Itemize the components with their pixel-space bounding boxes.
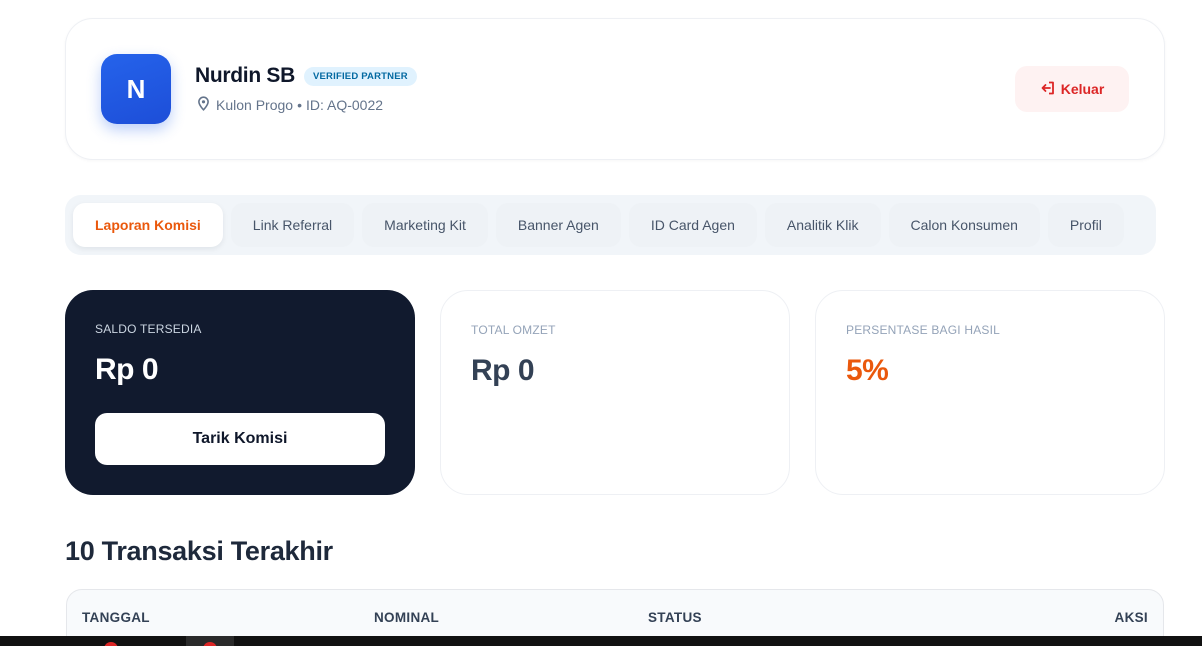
column-header-date: TANGGAL	[82, 610, 150, 625]
profile-agent-id: ID: AQ-0022	[305, 97, 384, 113]
logout-icon	[1040, 80, 1056, 99]
balance-value: Rp 0	[95, 353, 159, 386]
taskbar-app-icon[interactable]	[104, 642, 118, 646]
profile-name-row: Nurdin SB VERIFIED PARTNER	[195, 64, 417, 88]
tab-id-card-agen[interactable]: ID Card Agen	[628, 203, 757, 247]
tabs-bar: Laporan Komisi Link Referral Marketing K…	[65, 195, 1156, 255]
column-header-nominal: NOMINAL	[374, 610, 440, 625]
omzet-value: Rp 0	[471, 354, 535, 387]
logout-label: Keluar	[1060, 81, 1105, 97]
transactions-title: 10 Transaksi Terakhir	[65, 536, 333, 566]
verified-badge: VERIFIED PARTNER	[303, 66, 417, 86]
taskbar	[0, 636, 1202, 646]
omzet-label: TOTAL OMZET	[471, 323, 556, 337]
share-card: PERSENTASE BAGI HASIL 5%	[815, 290, 1165, 495]
meta-separator: •	[297, 97, 302, 113]
avatar: N	[101, 54, 171, 124]
tab-link-referral[interactable]: Link Referral	[230, 203, 355, 247]
withdraw-commission-button[interactable]: Tarik Komisi	[95, 413, 385, 465]
profile-location: Kulon Progo	[216, 97, 294, 113]
profile-card: N Nurdin SB VERIFIED PARTNER Kulon Progo…	[65, 18, 1165, 160]
tab-laporan-komisi[interactable]: Laporan Komisi	[73, 203, 223, 247]
tab-calon-konsumen[interactable]: Calon Konsumen	[888, 203, 1040, 247]
balance-label: SALDO TERSEDIA	[95, 322, 202, 336]
tab-analitik-klik[interactable]: Analitik Klik	[764, 203, 881, 247]
omzet-card: TOTAL OMZET Rp 0	[440, 290, 790, 495]
tab-banner-agen[interactable]: Banner Agen	[495, 203, 621, 247]
tab-profil[interactable]: Profil	[1047, 203, 1124, 247]
balance-card: SALDO TERSEDIA Rp 0 Tarik Komisi	[65, 290, 415, 495]
profile-name: Nurdin SB	[195, 64, 295, 87]
map-pin-icon	[197, 96, 216, 114]
profile-meta: Kulon Progo • ID: AQ-0022	[197, 96, 383, 114]
column-header-action: AKSI	[1114, 610, 1148, 625]
share-value: 5%	[846, 354, 889, 387]
tab-marketing-kit[interactable]: Marketing Kit	[362, 203, 488, 247]
column-header-status: STATUS	[648, 610, 702, 625]
logout-button[interactable]: Keluar	[1015, 66, 1129, 112]
share-label: PERSENTASE BAGI HASIL	[846, 323, 1001, 337]
